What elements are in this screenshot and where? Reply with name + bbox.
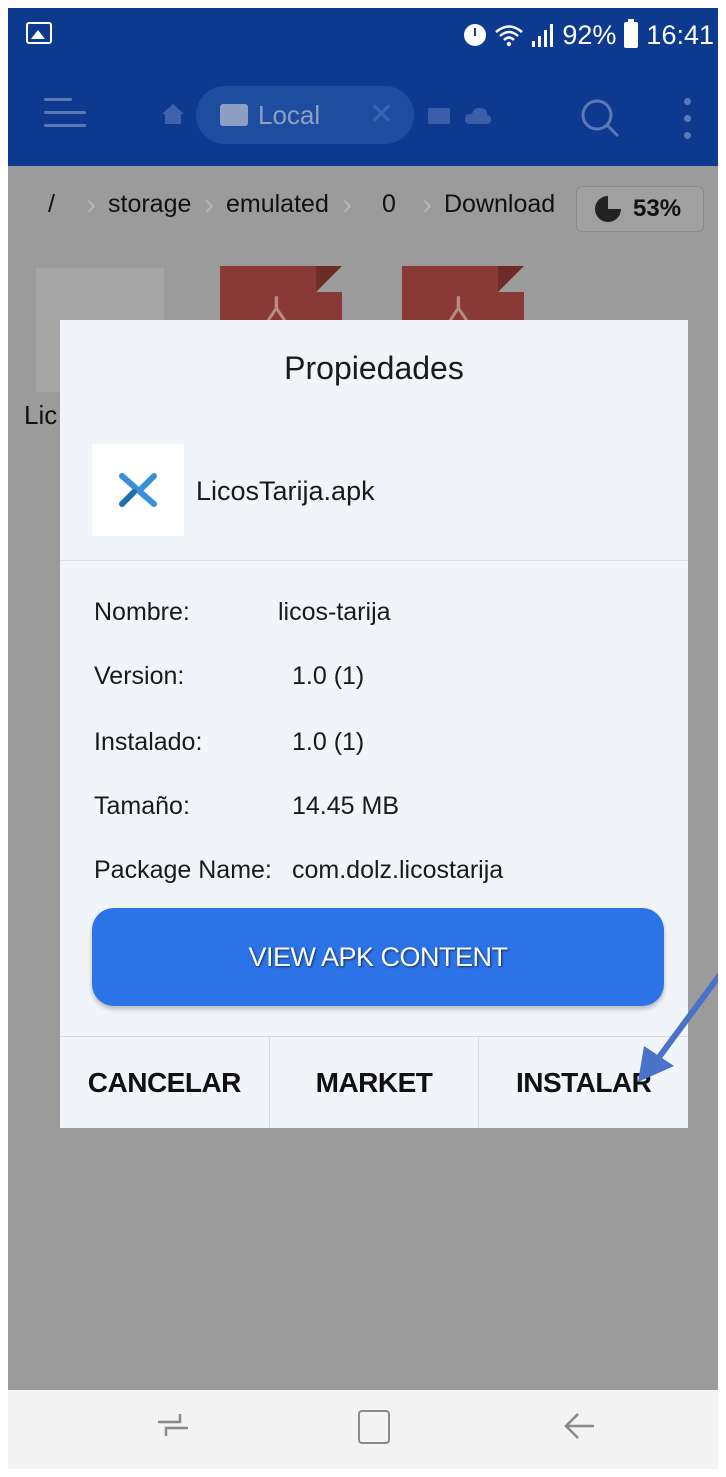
image-icon	[26, 22, 52, 44]
home-button-icon[interactable]	[358, 1410, 390, 1444]
battery-percent: 92%	[562, 19, 617, 50]
home-icon[interactable]	[162, 104, 184, 124]
alarm-icon	[464, 24, 487, 46]
view-apk-content-button[interactable]: VIEW APK CONTENT	[92, 908, 664, 1006]
pie-chart-icon	[595, 196, 621, 222]
menu-icon[interactable]	[44, 96, 86, 130]
chevron-right-icon: ›	[342, 188, 352, 221]
drive-icon	[220, 104, 248, 126]
breadcrumb-root[interactable]: /	[48, 190, 55, 219]
storage-percent: 53%	[633, 195, 682, 222]
chevron-right-icon: ›	[204, 188, 214, 221]
back-icon[interactable]	[560, 1408, 596, 1444]
breadcrumb-0[interactable]: 0	[382, 190, 396, 219]
app-icon	[92, 444, 184, 536]
battery-icon	[624, 19, 639, 48]
breadcrumb: / › storage › emulated › 0 › Download 53…	[8, 166, 718, 250]
property-label: Nombre:	[94, 598, 190, 626]
property-value: com.dolz.licostarija	[292, 856, 504, 884]
dialog-actions: CANCELAR MARKET INSTALAR	[60, 1036, 688, 1128]
property-value: 1.0 (1)	[292, 662, 365, 690]
storage-usage-chip[interactable]: 53%	[576, 186, 704, 232]
file-name: LicosTarija.apk	[196, 476, 375, 506]
properties-dialog: Propiedades LicosTarija.apk Nombre: lico…	[60, 320, 688, 1128]
cancel-button[interactable]: CANCELAR	[60, 1037, 270, 1128]
search-icon[interactable]	[580, 98, 620, 138]
signal-icon	[532, 23, 554, 47]
status-right-group: 92% 16:41	[464, 18, 714, 52]
breadcrumb-emulated[interactable]: emulated	[226, 190, 329, 219]
more-icon[interactable]	[682, 98, 692, 142]
recent-apps-icon[interactable]	[156, 1408, 190, 1442]
app-toolbar: Local ✕	[8, 62, 718, 166]
chevron-right-icon: ›	[422, 188, 432, 221]
file-label: Lic	[24, 400, 58, 430]
phone-screen: 92% 16:41 Local ✕ / › storage › emulated…	[8, 8, 718, 1469]
status-bar: 92% 16:41	[8, 8, 718, 62]
dialog-file-header: LicosTarija.apk	[60, 432, 688, 560]
close-icon[interactable]: ✕	[369, 100, 394, 130]
property-label: Package Name:	[94, 856, 272, 884]
dialog-title: Propiedades	[284, 350, 464, 386]
divider	[60, 560, 688, 561]
property-label: Instalado:	[94, 728, 203, 756]
property-value: 1.0 (1)	[292, 728, 365, 756]
market-button[interactable]: MARKET	[270, 1037, 480, 1128]
breadcrumb-storage[interactable]: storage	[108, 190, 191, 219]
folder-icon[interactable]	[428, 108, 450, 124]
property-value: licos-tarija	[278, 598, 391, 626]
system-nav-bar	[8, 1390, 718, 1469]
wifi-icon	[494, 23, 524, 47]
property-label: Tamaño:	[94, 792, 190, 820]
tab-local[interactable]: Local ✕	[196, 86, 414, 144]
property-label: Version:	[94, 662, 185, 690]
tab-local-label: Local	[258, 99, 321, 130]
annotation-arrow-icon	[628, 968, 718, 1088]
chevron-right-icon: ›	[86, 188, 96, 221]
cloud-icon[interactable]	[464, 106, 492, 124]
breadcrumb-download[interactable]: Download	[444, 190, 555, 219]
property-value: 14.45 MB	[292, 792, 400, 820]
clock: 16:41	[646, 19, 714, 50]
